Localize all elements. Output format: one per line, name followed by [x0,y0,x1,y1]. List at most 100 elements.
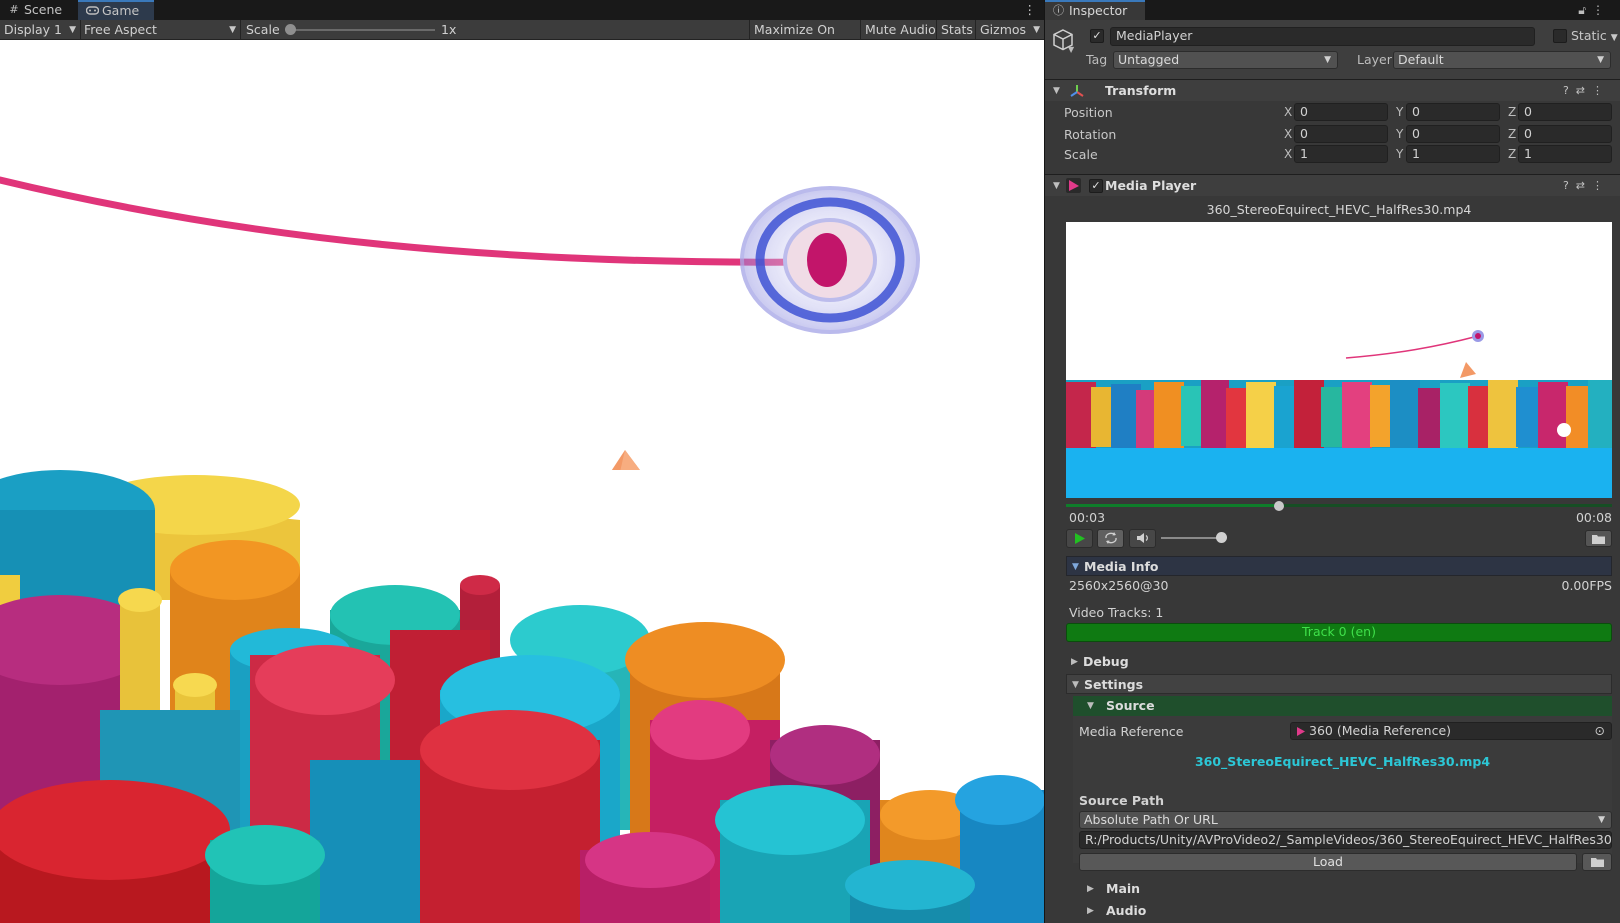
position-row: Position X 0 Y 0 Z 0 [1045,103,1620,123]
layer-dropdown[interactable]: Default ▼ [1393,51,1611,69]
scale-value: 1x [441,22,457,37]
media-reference-field[interactable]: 360 (Media Reference) ⊙ [1290,722,1612,740]
main-title: Main [1106,881,1141,896]
load-button[interactable]: Load [1079,853,1577,871]
mute-button[interactable] [1129,529,1156,548]
axis-x-label: X [1284,105,1293,119]
browse-button[interactable] [1582,853,1612,871]
settings-header[interactable]: ▼ Settings [1066,674,1612,694]
axis-z-label: Z [1508,127,1517,141]
tag-value: Untagged [1118,52,1180,67]
axis-x-label: X [1284,147,1293,161]
track-button[interactable]: Track 0 (en) [1066,623,1612,642]
display-dropdown[interactable]: Display 1 ▼ [0,20,80,40]
inspector-tab-tools[interactable]: 🔓︎⋮ [1578,0,1610,20]
position-x-field[interactable]: 0 [1294,103,1388,121]
volume-slider-knob[interactable] [1216,532,1227,543]
folder-icon [1592,535,1605,544]
debug-header[interactable]: ▶ Debug [1066,652,1612,672]
tag-dropdown[interactable]: Untagged ▼ [1113,51,1338,69]
media-player-header[interactable]: ▼ ✓ Media Player ?⇄⋮ [1045,174,1620,196]
rotation-x-field[interactable]: 0 [1294,125,1388,143]
audio-header[interactable]: ▶ Audio [1073,901,1612,921]
component-tools[interactable]: ?⇄⋮ [1563,175,1610,197]
gizmos-toggle[interactable]: Gizmos ▼ [976,20,1044,40]
source-path-label: Source Path [1079,793,1165,808]
tab-inspector[interactable]: ⓘ Inspector [1045,0,1145,20]
chevron-down-icon[interactable]: ▼ [1068,45,1074,54]
chevron-down-icon: ▼ [229,25,236,35]
gamepad-icon [85,2,99,20]
chevron-right-icon: ▶ [1071,657,1078,667]
chevron-down-icon: ▼ [1598,815,1605,825]
timeline-track[interactable] [1066,504,1612,507]
scale-x-field[interactable]: 1 [1294,145,1388,163]
timeline-scrubber[interactable] [1273,501,1284,511]
volume-slider[interactable] [1161,537,1221,539]
maximize-on-play-toggle[interactable]: Maximize On Play [750,20,860,57]
transform-header[interactable]: ▼ Transform ?⇄⋮ [1045,79,1620,101]
media-info-header[interactable]: ▼ Media Info [1066,556,1612,576]
media-info-title: Media Info [1084,559,1159,574]
more-menu-icon[interactable]: ⋮ [1592,84,1610,97]
position-z-field[interactable]: 0 [1518,103,1612,121]
transform-body: Position X 0 Y 0 Z 0 Rotation X 0 Y 0 Z … [1045,101,1620,169]
video-tracks-count: Video Tracks: 1 [1069,605,1164,620]
game-view[interactable] [0,40,1044,923]
scale-slider[interactable] [290,29,435,31]
source-path-field[interactable]: R:/Products/Unity/AVProVideo2/_SampleVid… [1079,831,1612,849]
more-menu-icon[interactable]: ⋮ [1592,179,1610,192]
main-header[interactable]: ▶ Main [1073,879,1612,899]
open-folder-button[interactable] [1585,530,1612,547]
static-dropdown[interactable]: Static ▼ [1571,28,1618,43]
chevron-right-icon: ▶ [1087,884,1094,894]
inspector-panel: ⓘ Inspector 🔓︎⋮ ▼ ✓ MediaPlayer Static ▼… [1045,0,1620,923]
scale-y-field[interactable]: 1 [1406,145,1500,163]
folder-icon [1590,858,1604,867]
rotation-row: Rotation X 0 Y 0 Z 0 [1045,125,1620,145]
gameobject-active-checkbox[interactable]: ✓ [1090,29,1104,43]
play-button[interactable] [1066,529,1093,548]
toolbar-divider [240,20,241,40]
chevron-down-icon: ▼ [1053,86,1060,96]
layer-value: Default [1398,52,1444,67]
reference-file-link[interactable]: 360_StereoEquirect_HEVC_HalfRes30.mp4 [1073,754,1612,769]
source-header[interactable]: ▼ Source [1073,696,1612,716]
scale-slider-knob[interactable] [285,24,296,35]
tab-scene-label: Scene [24,2,63,17]
audio-title: Audio [1106,903,1147,918]
tab-game[interactable]: Game [78,0,154,20]
scale-z-field[interactable]: 1 [1518,145,1612,163]
axis-x-label: X [1284,127,1293,141]
media-reference-value: 360 (Media Reference) [1309,723,1452,738]
axis-y-label: Y [1396,105,1404,119]
settings-title: Settings [1084,677,1144,692]
position-y-field[interactable]: 0 [1406,103,1500,121]
preset-icon[interactable]: ⇄ [1576,179,1592,192]
help-icon[interactable]: ? [1563,179,1576,192]
scale-row: Scale X 1 Y 1 Z 1 [1045,145,1620,165]
help-icon[interactable]: ? [1563,84,1576,97]
rotation-z-field[interactable]: 0 [1518,125,1612,143]
stats-toggle[interactable]: Stats [937,20,976,40]
chevron-down-icon: ▼ [1033,25,1040,35]
media-player-enabled-checkbox[interactable]: ✓ [1089,179,1103,193]
loop-button[interactable] [1097,529,1124,548]
preset-icon[interactable]: ⇄ [1576,84,1592,97]
tab-scene[interactable]: # Scene [0,0,76,20]
component-tools[interactable]: ?⇄⋮ [1563,80,1610,102]
static-checkbox[interactable] [1553,29,1567,43]
aspect-dropdown[interactable]: Free Aspect ▼ [80,20,240,40]
tab-menu-icon[interactable]: ⋮ [1024,0,1037,20]
source-path-type-dropdown[interactable]: Absolute Path Or URL ▼ [1079,811,1612,829]
more-menu-icon[interactable]: ⋮ [1592,3,1610,17]
rotation-y-field[interactable]: 0 [1406,125,1500,143]
chevron-down-icon: ▼ [1087,701,1094,711]
object-picker-icon[interactable]: ⊙ [1595,723,1605,739]
debug-title: Debug [1083,654,1129,669]
gameobject-name-field[interactable]: MediaPlayer [1110,27,1535,46]
chevron-down-icon: ▼ [1597,55,1604,65]
chevron-down-icon: ▼ [1610,33,1618,43]
mute-audio-toggle[interactable]: Mute Audio [861,20,936,40]
lock-icon[interactable]: 🔓︎ [1578,3,1592,17]
